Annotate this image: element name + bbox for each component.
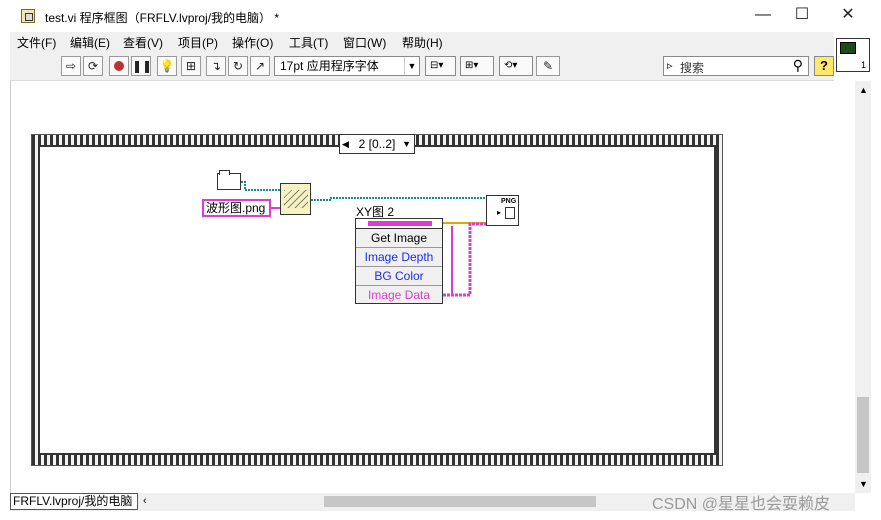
filename-string-constant[interactable]: 波形图.png — [202, 199, 271, 217]
document-icon — [505, 207, 515, 219]
path-wire — [311, 197, 486, 201]
path-wire — [241, 181, 280, 191]
property-image-depth[interactable]: Image Depth — [356, 248, 442, 267]
property-node-reference — [356, 219, 442, 229]
scroll-left-icon[interactable]: ‹ — [143, 495, 147, 507]
arrow-right-icon: ▸ — [497, 208, 502, 217]
horizontal-scroll-thumb[interactable] — [324, 496, 596, 507]
folder-constant-icon[interactable] — [217, 170, 241, 190]
property-get-image[interactable]: Get Image — [356, 229, 442, 248]
image-data-wire — [443, 222, 486, 297]
watermark: CSDN @星星也会耍赖皮 — [652, 496, 831, 513]
property-bg-color[interactable]: BG Color — [356, 267, 442, 286]
reference-bar — [368, 221, 432, 226]
project-context-path: FRFLV.lvproj/我的电脑 — [10, 493, 138, 510]
png-node-label: PNG — [501, 198, 517, 205]
build-path-function-icon[interactable] — [280, 183, 311, 215]
write-png-file-node[interactable]: PNG ▸ — [486, 195, 519, 226]
property-image-data[interactable]: Image Data — [356, 286, 442, 305]
property-node[interactable]: Get Image Image Depth BG Color Image Dat… — [355, 218, 443, 304]
